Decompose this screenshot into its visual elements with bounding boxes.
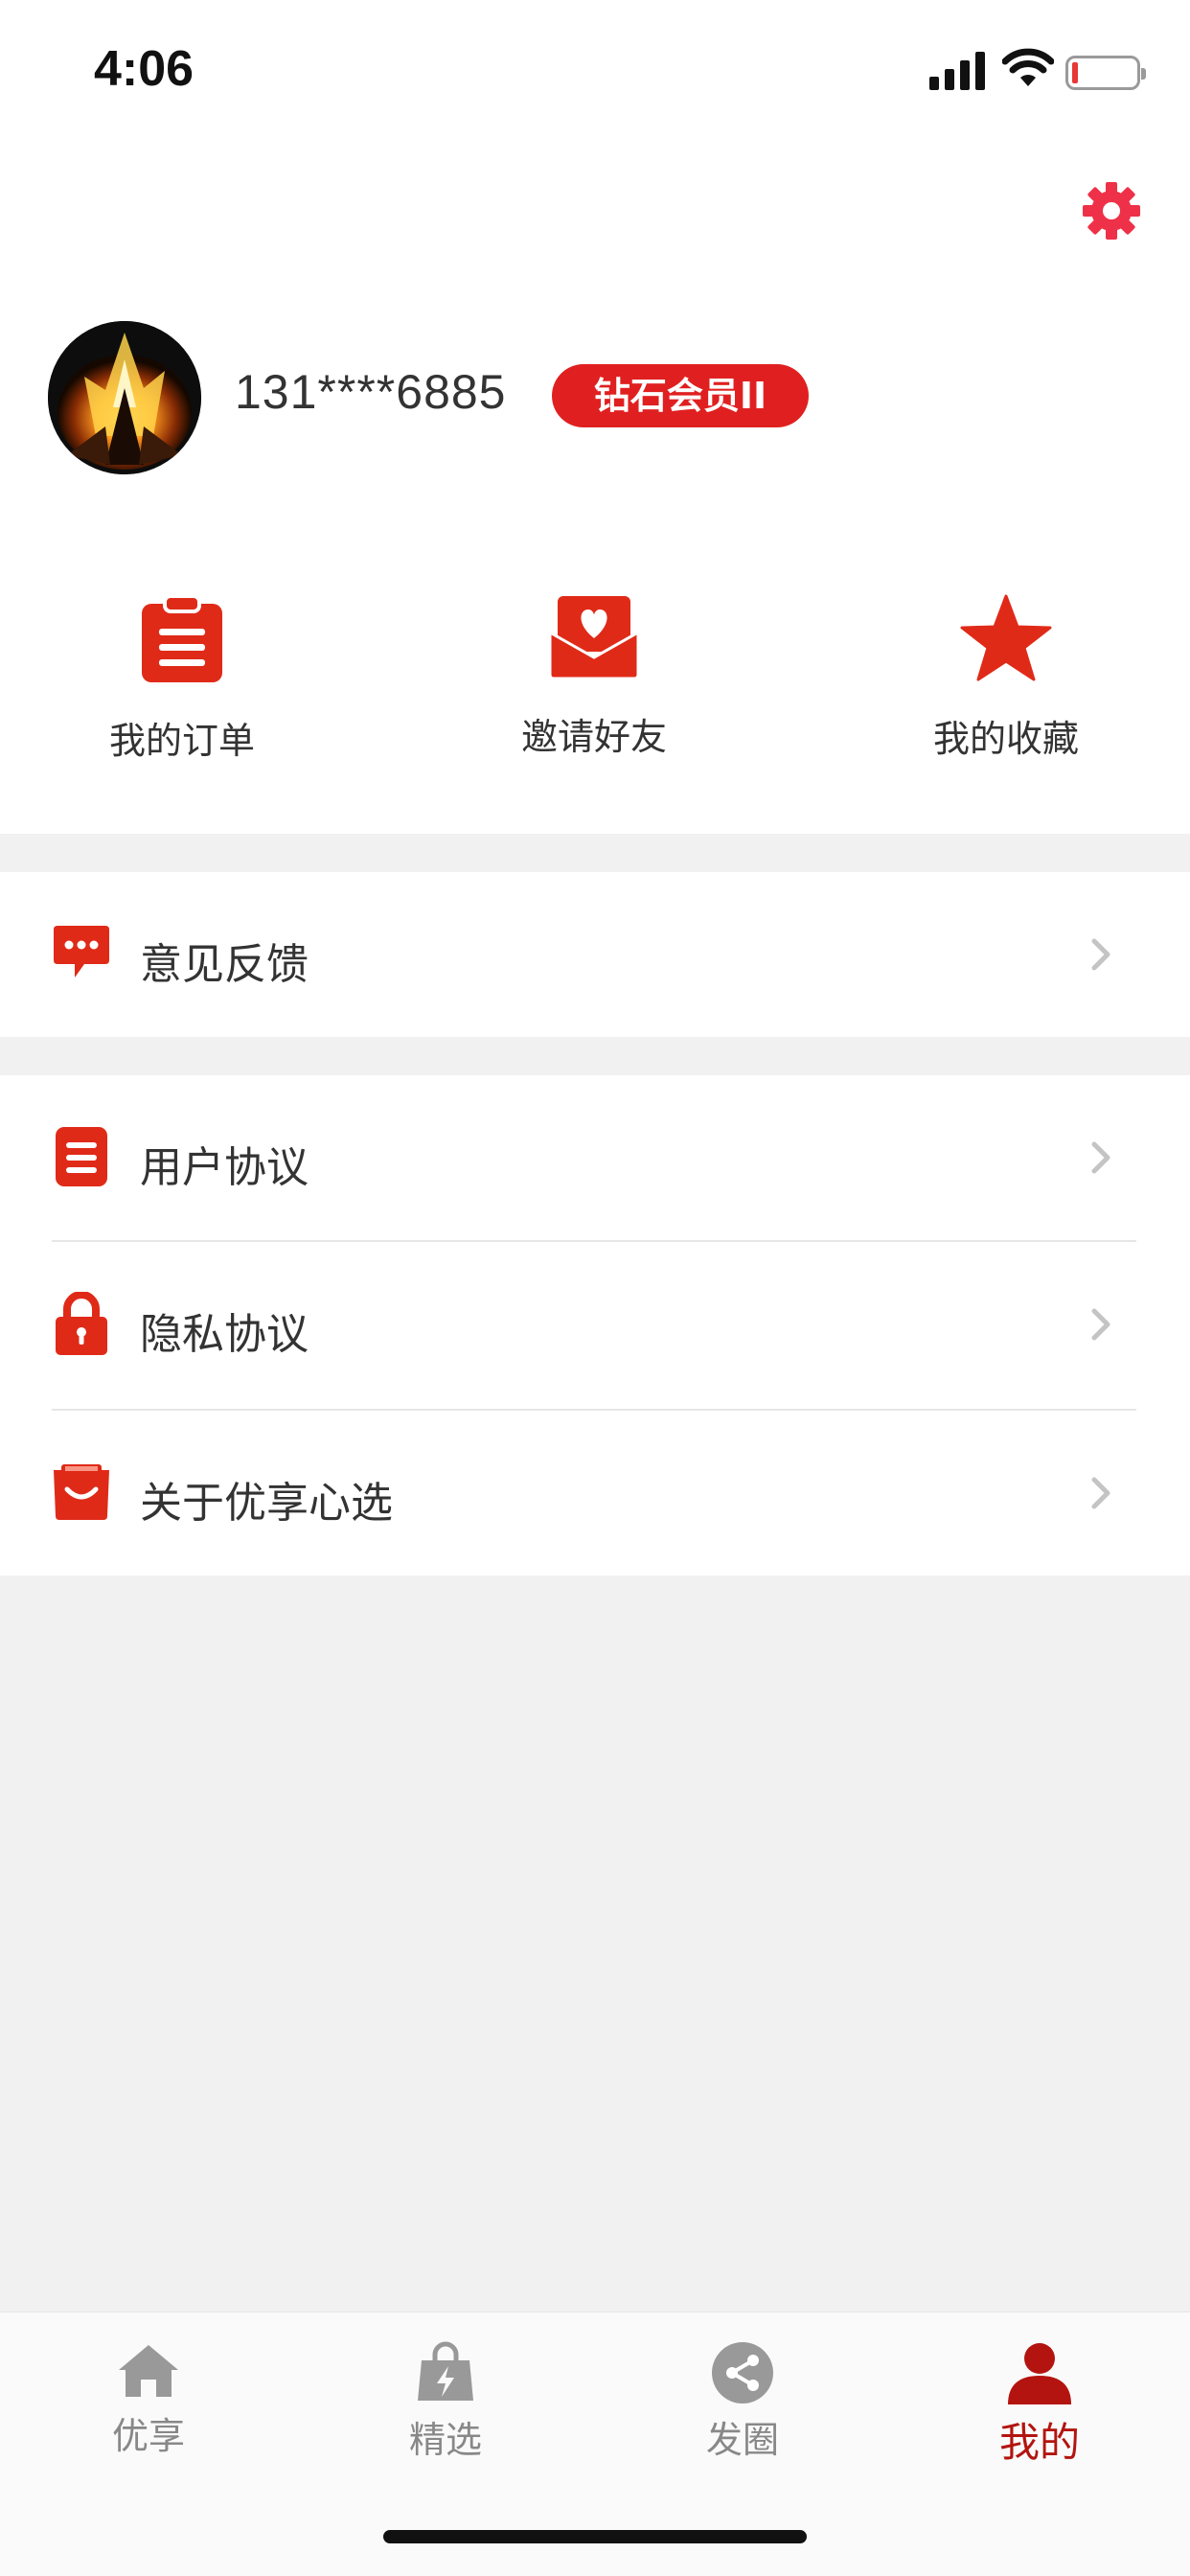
tab-label: 我的 xyxy=(998,2419,1080,2466)
member-badge: 钻石会员II xyxy=(552,364,809,427)
battery-level xyxy=(1072,62,1078,83)
menu-item-feedback[interactable]: 意见反馈 xyxy=(0,872,1190,1037)
tab-home[interactable]: 优享 xyxy=(53,2341,244,2459)
my-favorites-button[interactable]: 我的收藏 xyxy=(881,594,1131,762)
tab-me[interactable]: 我的 xyxy=(944,2341,1135,2469)
document-icon xyxy=(56,1127,107,1186)
my-favorites-label: 我的收藏 xyxy=(932,718,1079,760)
gear-icon[interactable] xyxy=(1083,182,1140,240)
menu-item-privacy[interactable]: 隐私协议 xyxy=(0,1242,1190,1407)
home-icon xyxy=(119,2345,178,2397)
tab-label: 优享 xyxy=(111,2415,185,2457)
tab-label: 发圈 xyxy=(705,2419,779,2461)
my-orders-button[interactable]: 我的订单 xyxy=(57,594,307,764)
menu-item-label: 隐私协议 xyxy=(140,1310,309,1359)
menu-item-label: 意见反馈 xyxy=(140,940,309,989)
user-phone: 131****6885 xyxy=(235,365,507,419)
signal-icon xyxy=(929,52,985,90)
menu-item-label: 用户协议 xyxy=(140,1143,309,1192)
lock-icon xyxy=(56,1292,107,1355)
avatar[interactable] xyxy=(48,321,201,474)
share-icon xyxy=(712,2342,773,2404)
chevron-right-icon xyxy=(1091,1308,1110,1341)
invite-friends-button[interactable]: 邀请好友 xyxy=(469,594,719,760)
battery-icon xyxy=(1065,56,1146,90)
wifi-icon xyxy=(1002,48,1054,86)
person-icon xyxy=(1008,2343,1071,2404)
menu-item-about[interactable]: 关于优享心选 xyxy=(0,1411,1190,1576)
menu-item-user-agreement[interactable]: 用户协议 xyxy=(0,1075,1190,1240)
campfire-avatar xyxy=(48,321,201,474)
clipboard-icon xyxy=(142,594,222,682)
menu-item-label: 关于优享心选 xyxy=(140,1479,393,1528)
star-icon xyxy=(960,594,1052,681)
tab-featured[interactable]: 精选 xyxy=(350,2341,541,2463)
chevron-right-icon xyxy=(1091,938,1110,971)
tab-label: 精选 xyxy=(408,2419,482,2461)
chevron-right-icon xyxy=(1091,1477,1110,1509)
tab-moments[interactable]: 发圈 xyxy=(647,2341,838,2463)
chevron-right-icon xyxy=(1091,1141,1110,1174)
chat-bubble-icon xyxy=(54,926,109,978)
status-time: 4:06 xyxy=(94,41,195,97)
invite-friends-label: 邀请好友 xyxy=(520,716,667,758)
bag-bolt-icon xyxy=(418,2341,473,2401)
home-indicator[interactable] xyxy=(383,2530,807,2543)
shopping-bag-icon xyxy=(54,1464,109,1520)
envelope-heart-icon xyxy=(548,596,640,680)
feedback-card: 意见反馈 xyxy=(0,872,1190,1037)
my-orders-label: 我的订单 xyxy=(108,720,255,762)
info-card: 用户协议 隐私协议 关于优享心选 xyxy=(0,1075,1190,1576)
